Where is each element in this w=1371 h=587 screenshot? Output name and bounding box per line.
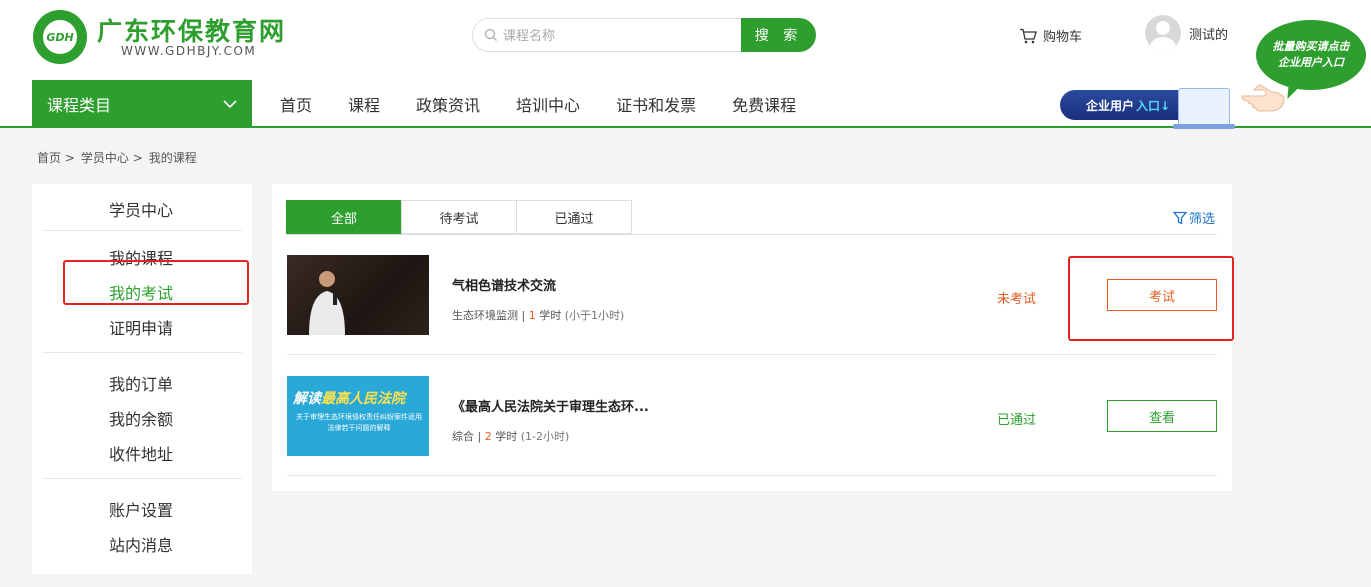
- course-meta: 生态环境监测 | 1 学时 (小于1小时): [452, 309, 625, 322]
- course-hours-unit: 学时: [539, 309, 562, 322]
- breadcrumb-student-center[interactable]: 学员中心 >: [81, 149, 143, 166]
- sidebar-item-my-balance[interactable]: 我的余额: [109, 406, 173, 430]
- course-hours-unit: 学时: [495, 430, 518, 443]
- username: 测试的: [1189, 27, 1229, 43]
- highlight-box-exam-button: [1068, 256, 1234, 341]
- logo-mark: GDH: [41, 18, 79, 56]
- course-category: 综合: [452, 430, 474, 443]
- site-header: GDH 广东环保教育网 WWW.GDHBJY.COM 搜 索 购物车 测试的 批…: [0, 0, 1371, 129]
- avatar: [1145, 15, 1181, 51]
- thumbnail-title-prefix: 解读: [293, 391, 321, 407]
- course-category-dropdown[interactable]: 课程类目: [32, 80, 252, 128]
- filter-label: 筛选: [1189, 212, 1216, 227]
- enterprise-highlight: 入口↓: [1136, 98, 1171, 113]
- logo-subtitle: WWW.GDHBJY.COM: [121, 44, 257, 58]
- main-nav: 首页 课程 政策资讯 培训中心 证书和发票 免费课程: [280, 80, 832, 128]
- course-hours: 2: [484, 430, 492, 443]
- sidebar-title: 学员中心: [109, 201, 174, 220]
- course-hours: 1: [528, 309, 536, 322]
- status-badge: 未考试: [997, 292, 1037, 307]
- logo-title: 广东环保教育网: [97, 17, 287, 46]
- breadcrumb-my-courses[interactable]: 我的课程: [149, 149, 197, 166]
- sidebar: 学员中心 我的课程 我的考试 证明申请 我的订单 我的余额 收件地址 账户设置 …: [32, 184, 252, 574]
- filter-button[interactable]: 筛选: [1173, 208, 1215, 227]
- speaker-figure: [309, 271, 345, 335]
- nav-item-policy-news[interactable]: 政策资讯: [416, 92, 480, 116]
- exam-filter-tabs: 全部 待考试 已通过: [286, 200, 632, 234]
- sidebar-divider: [42, 230, 242, 231]
- highlight-box-my-exams: [63, 260, 249, 305]
- cart-link[interactable]: 购物车: [1019, 26, 1082, 45]
- sidebar-item-my-orders[interactable]: 我的订单: [109, 371, 173, 395]
- user-menu[interactable]: 测试的: [1145, 15, 1228, 51]
- search-box: [472, 18, 744, 52]
- tab-pending-exam[interactable]: 待考试: [401, 200, 517, 234]
- tab-all[interactable]: 全部: [286, 200, 402, 234]
- course-duration-note: (1-2小时): [520, 430, 570, 443]
- nav-item-home[interactable]: 首页: [280, 92, 312, 116]
- sidebar-item-site-messages[interactable]: 站内消息: [109, 532, 173, 556]
- course-thumbnail[interactable]: 解读最高人民法院 关于审理生态环境侵权责任纠纷案件适用法律若干问题的解释: [287, 376, 429, 456]
- exam-row: 解读最高人民法院 关于审理生态环境侵权责任纠纷案件适用法律若干问题的解释 《最高…: [287, 356, 1217, 476]
- nav-item-free-courses[interactable]: 免费课程: [732, 92, 796, 116]
- promo-line-2: 企业用户入口: [1278, 56, 1344, 69]
- search-icon: [484, 28, 497, 41]
- sidebar-item-certificate-application[interactable]: 证明申请: [109, 315, 173, 339]
- thumbnail-title: 解读最高人民法院: [293, 388, 405, 408]
- pointing-hand-icon: [1241, 84, 1285, 112]
- category-label: 课程类目: [47, 96, 112, 115]
- status-badge: 已通过: [997, 413, 1037, 428]
- breadcrumb: 首页 > 学员中心 > 我的课程: [37, 149, 203, 166]
- promo-line-1: 批量购买请点击: [1272, 40, 1350, 53]
- cart-label: 购物车: [1043, 30, 1083, 45]
- sidebar-divider: [42, 352, 242, 353]
- nav-item-training-center[interactable]: 培训中心: [516, 92, 580, 116]
- logo-emblem: GDH: [33, 10, 87, 64]
- search-bar: 搜 索: [472, 18, 816, 52]
- filter-icon: [1173, 211, 1187, 225]
- course-meta: 综合 | 2 学时 (1-2小时): [452, 430, 570, 443]
- bulk-purchase-promo[interactable]: 批量购买请点击 企业用户入口: [1256, 20, 1366, 90]
- course-thumbnail[interactable]: [287, 255, 429, 335]
- view-button[interactable]: 查看: [1107, 400, 1217, 432]
- sidebar-item-shipping-address[interactable]: 收件地址: [109, 441, 173, 465]
- enterprise-label: 企业用户: [1086, 98, 1135, 113]
- tab-passed[interactable]: 已通过: [516, 200, 632, 234]
- breadcrumb-home[interactable]: 首页 >: [37, 149, 75, 166]
- sidebar-divider: [42, 478, 242, 479]
- search-input[interactable]: [503, 25, 733, 47]
- course-category: 生态环境监测: [452, 309, 518, 322]
- chevron-down-icon: [223, 100, 237, 109]
- search-button[interactable]: 搜 索: [741, 18, 816, 52]
- nav-item-courses[interactable]: 课程: [348, 92, 380, 116]
- sidebar-item-account-settings[interactable]: 账户设置: [109, 497, 173, 521]
- course-title[interactable]: 气相色谱技术交流: [452, 275, 556, 294]
- nav-item-certificates-invoices[interactable]: 证书和发票: [616, 92, 696, 116]
- laptop-icon: [1173, 88, 1235, 129]
- site-logo[interactable]: GDH 广东环保教育网 WWW.GDHBJY.COM: [33, 10, 293, 64]
- enterprise-entrance-banner[interactable]: 企业用户 入口↓: [1060, 86, 1235, 129]
- course-duration-note: (小于1小时): [564, 309, 625, 322]
- thumbnail-subtitle: 关于审理生态环境侵权责任纠纷案件适用法律若干问题的解释: [296, 413, 422, 432]
- cart-icon: [1020, 28, 1037, 43]
- course-title[interactable]: 《最高人民法院关于审理生态环...: [452, 396, 649, 415]
- thumbnail-title-main: 最高人民法院: [321, 391, 405, 407]
